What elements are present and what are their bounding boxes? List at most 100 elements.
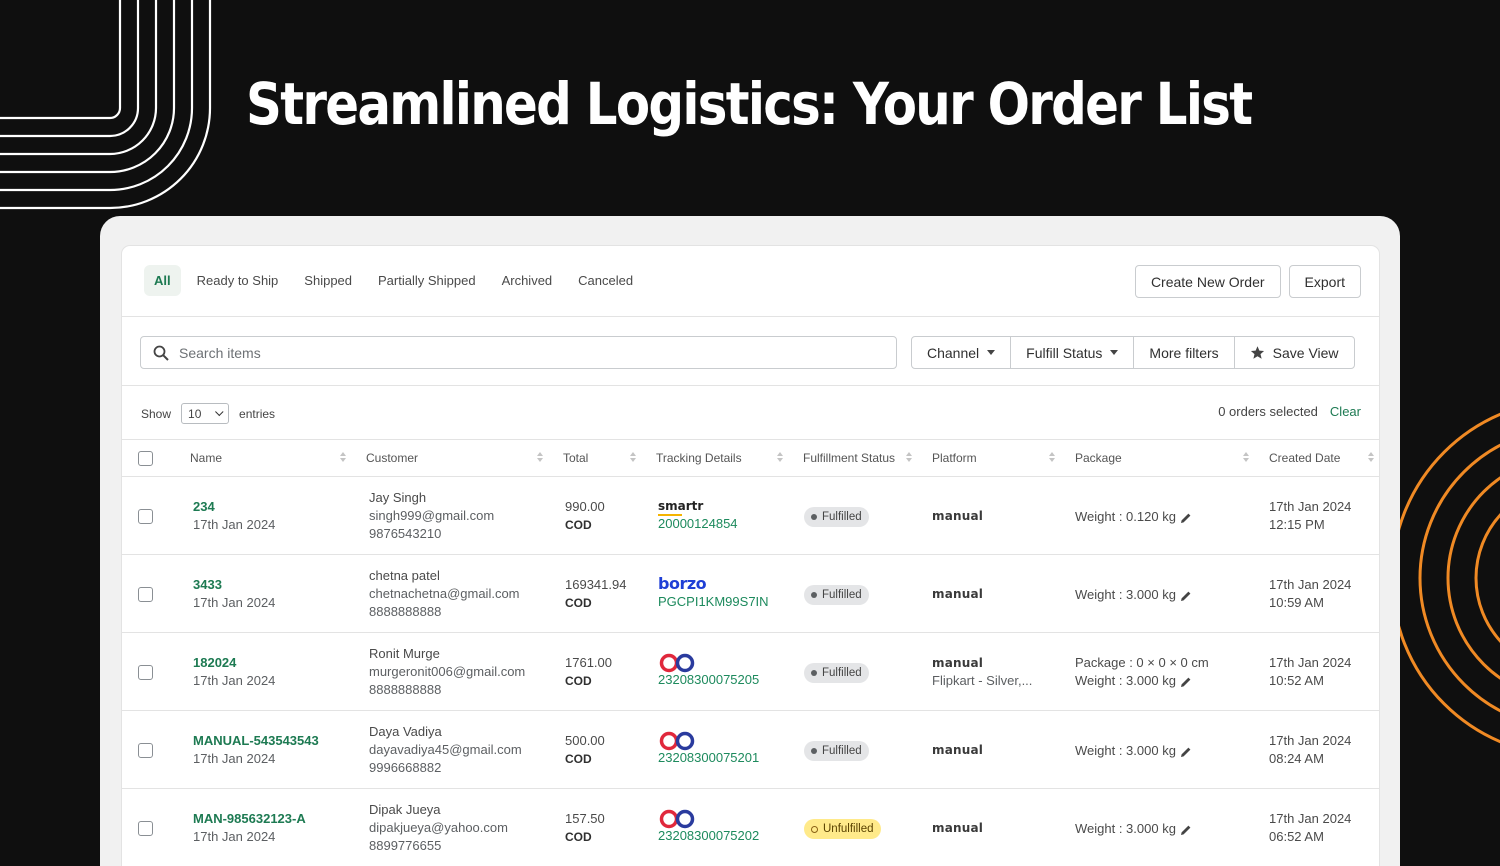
- order-name-link[interactable]: MAN-985632123-A: [193, 810, 306, 828]
- tab-ready-to-ship[interactable]: Ready to Ship: [187, 265, 289, 296]
- search-box[interactable]: [140, 336, 897, 369]
- column-header-total[interactable]: Total: [563, 451, 588, 465]
- show-label: Show: [141, 406, 172, 421]
- column-header-tracking-details[interactable]: Tracking Details: [656, 451, 742, 465]
- created-time: 08:24 AM: [1269, 751, 1324, 766]
- carrier-logo: [658, 653, 759, 673]
- order-name-link[interactable]: 3433: [193, 576, 275, 594]
- customer-name: Jay Singh: [369, 490, 427, 505]
- sort-icon[interactable]: [630, 452, 636, 464]
- filter-button-group: Channel Fulfill Status More filters Save…: [911, 336, 1355, 369]
- column-header-package[interactable]: Package: [1075, 451, 1122, 465]
- customer-phone: 8888888888: [369, 682, 442, 697]
- customer-cell: Daya Vadiya dayavadiya45@gmail.com 9996668…: [369, 723, 522, 777]
- status-label: Fulfilled: [822, 667, 862, 679]
- platform-name: manual: [932, 509, 984, 523]
- tracking-number-link[interactable]: 23208300075205: [658, 671, 759, 689]
- orders-table: Name Customer Total Tracking Details Ful…: [122, 439, 1379, 866]
- table-row[interactable]: MANUAL-543543543 17th Jan 2024 Daya Vadiya…: [122, 711, 1379, 789]
- sort-icon[interactable]: [1243, 452, 1249, 464]
- total-cell: 500.00 COD: [565, 732, 605, 768]
- tab-partially-shipped[interactable]: Partially Shipped: [368, 265, 486, 296]
- order-name-link[interactable]: 182024: [193, 654, 275, 672]
- row-checkbox[interactable]: [138, 509, 153, 524]
- row-checkbox[interactable]: [138, 587, 153, 602]
- sort-icon[interactable]: [340, 452, 346, 464]
- tab-archived[interactable]: Archived: [492, 265, 563, 296]
- created-date-cell: 17th Jan 2024 10:52 AM: [1269, 654, 1351, 690]
- carrier-loop-logo: [659, 809, 695, 829]
- order-date: 17th Jan 2024: [193, 517, 276, 532]
- sort-icon[interactable]: [537, 452, 543, 464]
- status-badge: Unfulfilled: [804, 819, 881, 839]
- status-dot-icon: [811, 592, 817, 598]
- edit-pencil-icon[interactable]: [1180, 824, 1192, 836]
- carrier-logo: [658, 809, 759, 829]
- entries-select-value: 10: [188, 406, 202, 421]
- table-row[interactable]: 234 17th Jan 2024 Jay Singh singh999@gmail.…: [122, 477, 1379, 555]
- column-header-fulfillment-status[interactable]: Fulfillment Status: [803, 451, 895, 465]
- created-time: 12:15 PM: [1269, 517, 1325, 532]
- table-row[interactable]: 3433 17th Jan 2024 chetna patel chetnachetn…: [122, 555, 1379, 633]
- save-view-button[interactable]: Save View: [1235, 337, 1354, 368]
- edit-pencil-icon[interactable]: [1180, 676, 1192, 688]
- entries-select[interactable]: 10: [181, 403, 230, 424]
- order-total: 500.00: [565, 733, 605, 748]
- tracking-number-link[interactable]: 20000124854: [658, 515, 738, 533]
- row-checkbox[interactable]: [138, 821, 153, 836]
- order-name-link[interactable]: MANUAL-543543543: [193, 732, 319, 750]
- order-total: 169341.94: [565, 577, 627, 592]
- create-new-order-button[interactable]: Create New Order: [1134, 265, 1281, 298]
- fulfillment-status-cell: Fulfilled: [804, 585, 869, 605]
- customer-cell: Ronit Murge murgeronit006@gmail.com 888888…: [369, 645, 525, 699]
- edit-pencil-icon[interactable]: [1180, 746, 1192, 758]
- column-header-name[interactable]: Name: [190, 451, 222, 465]
- select-all-checkbox[interactable]: [138, 451, 153, 466]
- platform-name: manual: [932, 743, 984, 757]
- search-input[interactable]: [179, 344, 859, 361]
- orders-selected-count: 0 orders selected: [1218, 404, 1318, 419]
- edit-pencil-icon[interactable]: [1180, 590, 1192, 602]
- fulfillment-status-cell: Unfulfilled: [804, 819, 881, 839]
- fulfillment-status-cell: Fulfilled: [804, 741, 869, 761]
- clear-selection-link[interactable]: Clear: [1330, 404, 1361, 419]
- package-line: Weight : 3.000 kg: [1075, 672, 1209, 690]
- status-label: Unfulfilled: [823, 823, 874, 835]
- package-line: Weight : 3.000 kg: [1075, 820, 1192, 838]
- table-row[interactable]: MAN-985632123-A 17th Jan 2024 Dipak Jueya d…: [122, 789, 1379, 866]
- payment-method: COD: [565, 596, 592, 610]
- channel-filter-button[interactable]: Channel: [912, 337, 1012, 368]
- row-checkbox[interactable]: [138, 743, 153, 758]
- customer-cell: chetna patel chetnachetna@gmail.com 888888…: [369, 567, 520, 621]
- table-row[interactable]: 182024 17th Jan 2024 Ronit Murge murgeronit…: [122, 633, 1379, 711]
- tracking-number-link[interactable]: PGCPI1KM99S7IN: [658, 593, 769, 611]
- order-tabs: All Ready to Ship Shipped Partially Shipped…: [144, 265, 643, 296]
- export-button[interactable]: Export: [1288, 265, 1361, 298]
- sort-icon[interactable]: [777, 452, 783, 464]
- payment-method: COD: [565, 752, 592, 766]
- entries-row: Show 10 entries 0 orders selected Clear: [122, 387, 1379, 439]
- tracking-number-link[interactable]: 23208300075202: [658, 827, 759, 845]
- row-checkbox[interactable]: [138, 665, 153, 680]
- fulfill-status-filter-button[interactable]: Fulfill Status: [1011, 337, 1135, 368]
- sort-icon[interactable]: [1368, 452, 1374, 464]
- tracking-number-link[interactable]: 23208300075201: [658, 749, 759, 767]
- more-filters-button[interactable]: More filters: [1134, 337, 1235, 368]
- created-date: 17th Jan 2024: [1269, 577, 1352, 592]
- edit-pencil-icon[interactable]: [1180, 512, 1192, 524]
- tab-canceled[interactable]: Canceled: [568, 265, 643, 296]
- tab-shipped[interactable]: Shipped: [294, 265, 362, 296]
- created-date: 17th Jan 2024: [1269, 811, 1352, 826]
- status-label: Fulfilled: [822, 511, 862, 523]
- order-name-link[interactable]: 234: [193, 498, 275, 516]
- tab-all[interactable]: All: [144, 265, 181, 296]
- platform-cell: manual Flipkart - Silver,...: [932, 654, 1032, 690]
- column-header-created-date[interactable]: Created Date: [1269, 451, 1340, 465]
- package-info: Weight : 3.000 kg: [1075, 743, 1176, 758]
- column-header-platform[interactable]: Platform: [932, 451, 977, 465]
- carrier-loop-logo: [659, 653, 695, 673]
- sort-icon[interactable]: [1049, 452, 1055, 464]
- column-header-customer[interactable]: Customer: [366, 451, 418, 465]
- tracking-cell: borzo PGCPI1KM99S7IN: [658, 575, 769, 611]
- sort-icon[interactable]: [906, 452, 912, 464]
